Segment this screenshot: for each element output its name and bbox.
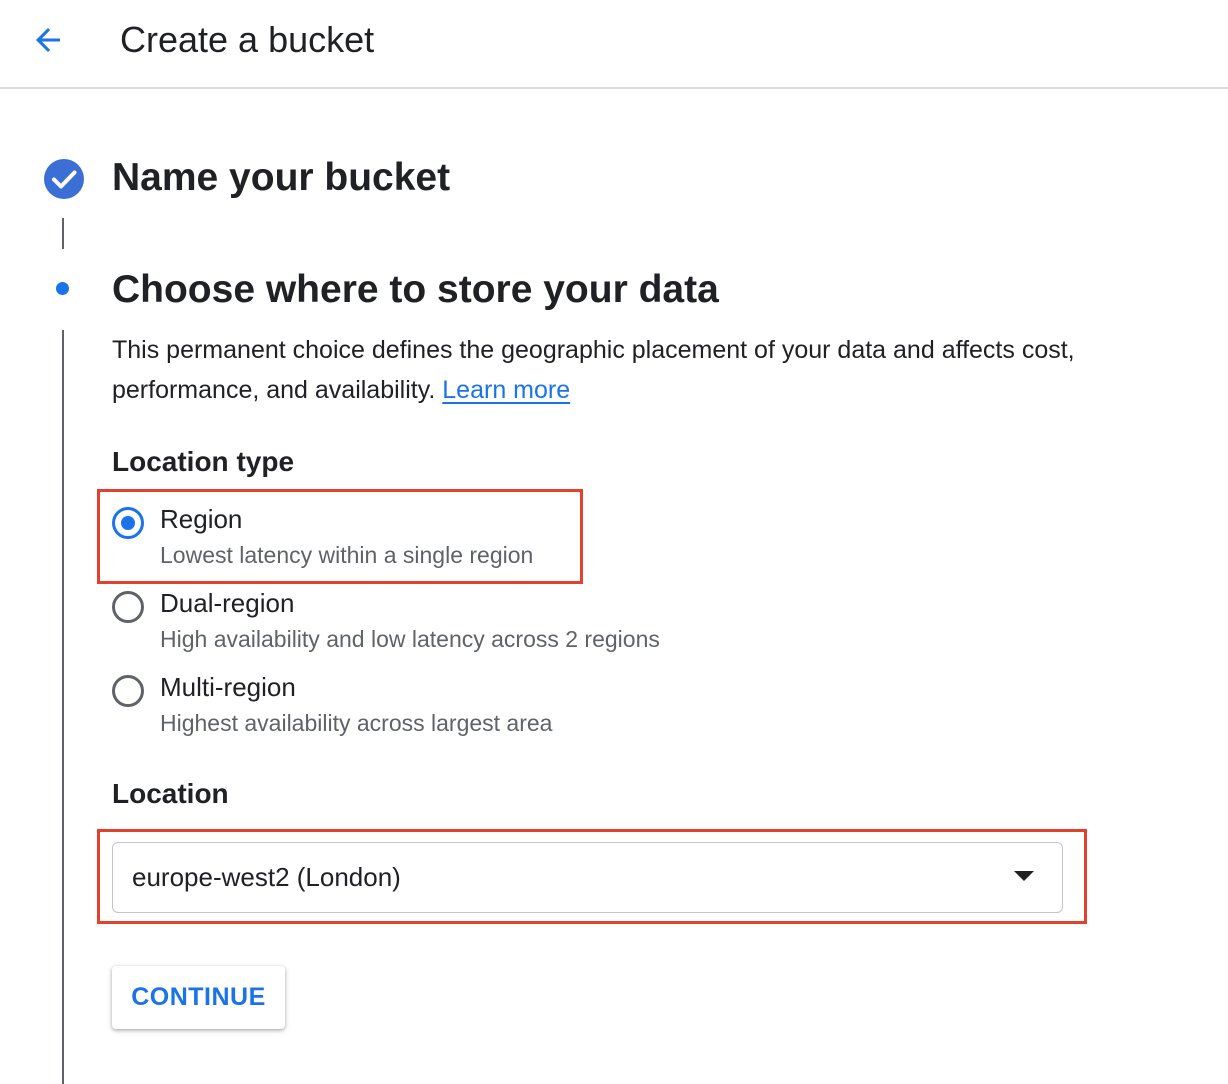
continue-button[interactable]: CONTINUE — [112, 966, 285, 1029]
location-select[interactable]: europe-west2 (London) — [112, 842, 1063, 913]
location-label: Location — [112, 778, 229, 809]
radio-description: Lowest latency within a single region — [160, 542, 534, 568]
step-title-choose-location: Choose where to store your data — [112, 268, 719, 311]
radio-description: High availability and low latency across… — [160, 626, 660, 652]
radio-button[interactable] — [112, 591, 144, 623]
radio-label: Dual-region — [160, 588, 295, 618]
description-text: This permanent choice defines the geogra… — [112, 336, 1075, 404]
check-circle-icon — [43, 158, 85, 200]
radio-option-region[interactable]: Region Lowest latency within a single re… — [110, 504, 730, 585]
learn-more-link[interactable]: Learn more — [442, 376, 570, 404]
arrow-back-icon[interactable] — [30, 22, 66, 58]
radio-label: Multi-region — [160, 672, 296, 702]
location-select-value: europe-west2 (London) — [132, 862, 401, 892]
radio-button-checked[interactable] — [112, 507, 144, 539]
create-bucket-page: Create a bucket Name your bucket Choose … — [0, 0, 1228, 1084]
radio-button[interactable] — [112, 675, 144, 707]
dropdown-arrow-icon[interactable] — [1014, 871, 1034, 881]
page-header: Create a bucket — [0, 0, 1228, 89]
location-type-label: Location type — [112, 446, 295, 477]
radio-label: Region — [160, 504, 243, 534]
radio-option-dual-region[interactable]: Dual-region High availability and low la… — [110, 588, 730, 669]
radio-option-multi-region[interactable]: Multi-region Highest availability across… — [110, 672, 730, 753]
step-connector — [62, 330, 64, 1084]
step-title-name-bucket[interactable]: Name your bucket — [112, 153, 450, 203]
back-button[interactable] — [26, 20, 70, 60]
active-step-dot-icon — [56, 282, 69, 295]
step-connector — [62, 218, 64, 249]
page-title: Create a bucket — [120, 19, 375, 60]
step-description: This permanent choice defines the geogra… — [112, 330, 1112, 410]
radio-description: Highest availability across largest area — [160, 710, 553, 736]
